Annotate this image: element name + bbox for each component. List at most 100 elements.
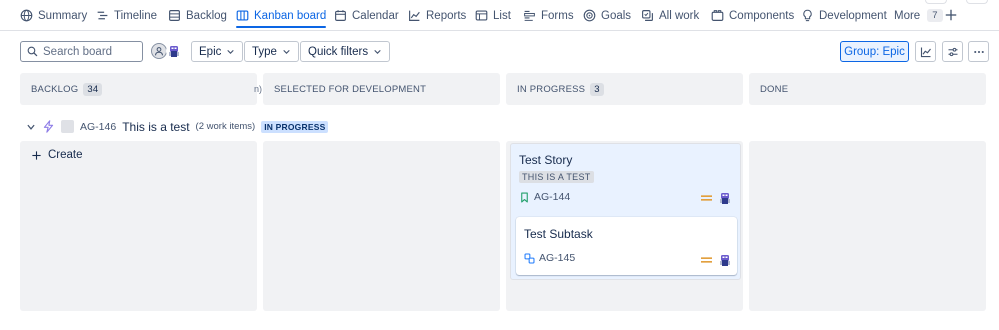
search-input[interactable] bbox=[43, 45, 138, 58]
tab-label: Calendar bbox=[352, 9, 399, 22]
tab-label: Reports bbox=[426, 9, 467, 22]
epic-work-item-count: (2 work items) bbox=[195, 121, 256, 132]
add-tab-plus-icon[interactable] bbox=[944, 8, 958, 22]
tab-components[interactable]: Components bbox=[711, 0, 794, 31]
chart-icon bbox=[409, 10, 420, 21]
tab-development[interactable]: Development bbox=[801, 0, 887, 31]
board-icon bbox=[236, 10, 249, 21]
tab-timeline[interactable]: Timeline bbox=[96, 0, 157, 31]
column-title: DONE bbox=[760, 83, 789, 95]
plus-icon bbox=[32, 150, 41, 160]
tab-forms[interactable]: Forms bbox=[523, 0, 574, 31]
create-label: Create bbox=[48, 149, 83, 161]
assignee-avatar[interactable] bbox=[717, 190, 733, 206]
column-title: IN PROGRESS bbox=[517, 83, 586, 95]
tab-label: Components bbox=[729, 9, 795, 22]
create-button[interactable]: Create bbox=[31, 149, 83, 161]
all-work-icon bbox=[642, 10, 653, 21]
tab-all-work[interactable]: All work bbox=[641, 0, 699, 31]
chevron-down-icon bbox=[283, 49, 290, 54]
sliders-icon bbox=[948, 47, 957, 56]
epic-title: This is a test bbox=[122, 119, 190, 134]
card-key[interactable]: AG-145 bbox=[539, 252, 575, 264]
column-header-in-progress[interactable]: IN PROGRESS 3 bbox=[506, 73, 743, 105]
column-header-backlog[interactable]: BACKLOG 34 bbox=[20, 73, 257, 105]
tab-label: Kanban board bbox=[254, 9, 327, 22]
group-label: Group: Epic bbox=[844, 45, 905, 58]
user-avatar-filter[interactable] bbox=[166, 43, 182, 59]
subtask-card[interactable]: Test Subtask AG-145 bbox=[516, 217, 737, 275]
corner-button[interactable] bbox=[966, 0, 988, 4]
assignee-avatar[interactable] bbox=[717, 252, 733, 268]
components-icon bbox=[711, 10, 724, 21]
column-title: BACKLOG bbox=[31, 83, 79, 95]
column-count: 34 bbox=[83, 82, 103, 96]
chevron-down-icon bbox=[227, 49, 235, 54]
tab-label: Forms bbox=[541, 9, 574, 22]
globe-icon bbox=[20, 9, 33, 22]
column-backlog bbox=[20, 141, 257, 311]
type-filter-button[interactable]: Type bbox=[244, 41, 299, 62]
column-header-done[interactable]: DONE bbox=[749, 73, 986, 105]
list-icon bbox=[475, 10, 488, 21]
tab-list[interactable]: List bbox=[475, 0, 511, 31]
more-label: More bbox=[894, 9, 921, 22]
tab-calendar[interactable]: Calendar bbox=[334, 0, 399, 31]
column-count: 3 bbox=[590, 82, 604, 96]
card-key-row: AG-145 bbox=[524, 252, 575, 264]
medium-priority-icon bbox=[701, 195, 712, 201]
type-filter-label: Type bbox=[252, 45, 277, 58]
card-key-row: AG-144 bbox=[519, 191, 570, 203]
unassigned-avatar-filter[interactable] bbox=[151, 43, 167, 59]
search-board-field[interactable] bbox=[20, 41, 143, 62]
column-header-selected-for-development[interactable]: SELECTED FOR DEVELOPMENT bbox=[263, 73, 500, 105]
tab-kanban-board[interactable]: Kanban board bbox=[236, 0, 327, 31]
chevron-down-icon[interactable] bbox=[26, 122, 36, 132]
epic-label: THIS IS A TEST bbox=[519, 171, 594, 183]
column-selected-for-development bbox=[263, 141, 500, 311]
subtask-icon bbox=[524, 253, 535, 263]
tab-label: Summary bbox=[38, 9, 88, 22]
tab-label: All work bbox=[659, 9, 700, 22]
search-icon bbox=[27, 46, 38, 57]
more-horizontal-icon bbox=[973, 50, 984, 53]
tab-label: Backlog bbox=[186, 9, 227, 22]
insights-button[interactable] bbox=[915, 41, 936, 62]
issue-card[interactable]: Test Story THIS IS A TEST AG-144 Test Su… bbox=[510, 143, 741, 280]
tab-label: List bbox=[493, 9, 511, 22]
tab-goals[interactable]: Goals bbox=[583, 0, 631, 31]
project-nav-tabs: Summary Timeline Backlog Kanban board Ca… bbox=[0, 0, 999, 31]
tab-more[interactable]: More 7 bbox=[894, 0, 943, 31]
tab-label: Development bbox=[819, 9, 887, 22]
medium-priority-icon bbox=[701, 257, 712, 263]
person-icon bbox=[155, 47, 163, 56]
target-icon bbox=[583, 9, 596, 22]
group-by-epic-button[interactable]: Group: Epic bbox=[840, 41, 909, 62]
column-title: SELECTED FOR DEVELOPMENT bbox=[274, 83, 427, 95]
epic-lightning-icon bbox=[43, 120, 54, 133]
backlog-icon bbox=[169, 10, 180, 21]
card-title: Test Subtask bbox=[524, 227, 593, 241]
tab-label: Goals bbox=[601, 9, 632, 22]
tab-reports[interactable]: Reports bbox=[408, 0, 466, 31]
tab-summary[interactable]: Summary bbox=[20, 0, 87, 31]
quick-filters-button[interactable]: Quick filters bbox=[300, 41, 391, 62]
lightbulb-icon bbox=[803, 9, 812, 22]
view-settings-button[interactable] bbox=[942, 41, 963, 62]
more-count-badge: 7 bbox=[927, 9, 943, 22]
more-actions-button[interactable] bbox=[968, 41, 989, 62]
epic-swimlane-header[interactable]: AG-146 This is a test (2 work items) IN … bbox=[26, 118, 329, 135]
status-lozenge: IN PROGRESS bbox=[261, 120, 329, 133]
epic-color-swatch bbox=[61, 120, 74, 133]
tab-backlog[interactable]: Backlog bbox=[168, 0, 227, 31]
story-bookmark-icon bbox=[521, 191, 528, 203]
quick-filters-label: Quick filters bbox=[308, 45, 369, 58]
card-key[interactable]: AG-144 bbox=[534, 191, 570, 203]
epic-filter-button[interactable]: Epic bbox=[191, 41, 244, 62]
calendar-icon bbox=[335, 10, 346, 21]
forms-icon bbox=[524, 10, 535, 21]
clipped-text-fragment: n) bbox=[254, 84, 263, 94]
timeline-icon bbox=[97, 11, 108, 20]
epic-key[interactable]: AG-146 bbox=[80, 121, 116, 133]
line-chart-icon bbox=[920, 47, 931, 57]
